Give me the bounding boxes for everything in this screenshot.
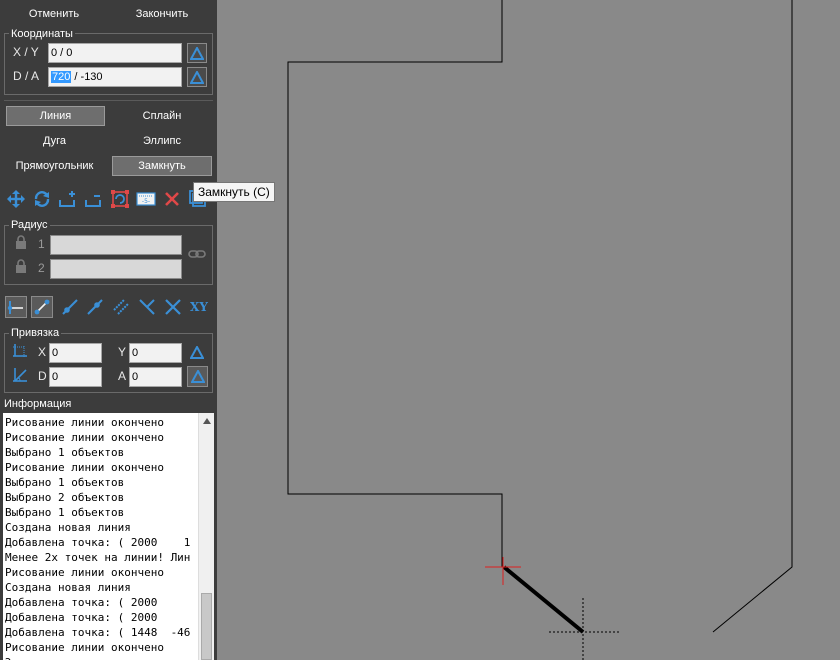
arc-mode-button[interactable]: Дуга [4,131,105,151]
triangle-icon [190,70,204,84]
dimension-icon[interactable]: -5- [135,188,157,210]
log-line: Э [5,655,197,660]
snap-title: Привязка [9,327,62,339]
radius-1-label: 1 [38,237,45,251]
room-outline-right [712,0,793,633]
info-log-scrollbar[interactable] [198,413,214,660]
radius-2-input [50,259,182,279]
da-label: D / A [13,69,40,83]
drawing-canvas[interactable] [217,0,840,660]
snap-line-icon[interactable] [31,296,53,318]
rotate-icon[interactable] [31,188,53,210]
info-log-lines: Рисование линии окончено Рисование линии … [5,415,197,660]
info-log[interactable]: Рисование линии окончено Рисование линии … [3,413,214,660]
lock-icon [14,259,28,276]
snap-x-label: X [38,345,47,359]
snap-perpendicular-icon[interactable] [136,296,158,318]
coordinates-title: Координаты [9,28,75,40]
snap-y-label: Y [118,345,127,359]
log-line: Выбрано 1 объектов [5,476,125,489]
svg-text:-5-: -5- [142,198,150,205]
log-line: Рисование линии окончено [5,416,164,429]
delete-icon[interactable] [161,188,183,210]
log-line: Рисование линии окончено [5,566,164,579]
add-point-icon[interactable] [57,188,79,210]
radius-title: Радиус [9,219,50,231]
scroll-up-icon[interactable] [203,418,211,424]
snap-endpoint-icon[interactable] [5,296,27,318]
lock-icon [14,235,28,252]
log-line: Создана новая линия [5,581,131,594]
log-line: Менее 2х точек на линии! Лин [5,551,191,564]
radius-2-label: 2 [38,261,45,275]
chain-link-icon [188,248,206,263]
scrollbar-thumb[interactable] [201,593,212,660]
log-line: Добавлена точка: ( 2000 [5,596,158,609]
info-title: Информация [4,398,72,410]
line-mode-button[interactable]: Линия [6,106,105,126]
drawing-shapes [287,0,793,660]
log-line: Рисование линии окончено [5,641,164,654]
log-line: Рисование линии окончено [5,461,164,474]
triangle-icon [190,46,204,60]
da-toggle-button[interactable] [187,67,207,87]
close-shape-button[interactable]: Замкнуть [112,156,212,176]
da-input[interactable]: 720 / -130 [48,67,182,87]
snap-d-input[interactable]: 0 [49,367,102,387]
snap-a-label: A [118,369,127,383]
xy-label: X / Y [13,45,39,59]
spline-mode-button[interactable]: Сплайн [112,106,212,126]
snap-d-label: D [38,369,47,383]
log-line: Выбрано 2 объектов [5,491,125,504]
snap-a-input[interactable]: 0 [129,367,182,387]
cancel-button[interactable]: Отменить [4,4,104,24]
log-line: Выбрано 1 объектов [5,506,125,519]
angle-icon [11,366,29,387]
log-line: Создана новая линия [5,521,131,534]
rectangle-mode-button[interactable]: Прямоугольник [4,156,105,176]
log-line: Выбрано 1 объектов [5,446,125,459]
log-line: Рисование линии окончено [5,431,164,444]
snap-start-icon[interactable] [59,296,81,318]
xy-toggle-button[interactable] [187,43,207,63]
divider [4,100,213,101]
snap-angle-toggle-button[interactable] [187,366,208,387]
reflect-icon[interactable] [109,188,131,210]
snap-intersection-icon[interactable] [162,296,184,318]
move-icon[interactable] [5,188,27,210]
finish-button[interactable]: Закончить [112,4,212,24]
snap-middle-icon[interactable] [84,296,106,318]
current-line-segment [502,565,585,634]
log-line: Добавлена точка: ( 1448 -46 [5,626,191,639]
d-selected-value: 720 [51,71,72,83]
radius-1-input [50,235,182,255]
log-line: Добавлена точка: ( 2000 1 [5,536,191,549]
axis-icon [11,342,29,363]
room-outline [287,0,503,567]
log-line: Добавлена точка: ( 2000 [5,611,158,624]
snap-xy-label: XY [190,300,208,314]
tools-panel: Отменить Закончить Координаты X / Y 0 / … [0,0,217,660]
remove-point-icon[interactable] [83,188,105,210]
a-value: / -130 [71,71,103,83]
snap-xy-icon[interactable]: XY [188,296,210,318]
triangle-icon[interactable] [186,341,208,363]
triangle-icon [190,370,205,383]
xy-input[interactable]: 0 / 0 [48,43,182,63]
snap-parallel-icon[interactable] [110,296,132,318]
close-shape-tooltip: Замкнуть (C) [193,182,275,202]
snap-y-input[interactable]: 0 [129,343,182,363]
ellipse-mode-button[interactable]: Эллипс [112,131,212,151]
snap-x-input[interactable]: 0 [49,343,102,363]
